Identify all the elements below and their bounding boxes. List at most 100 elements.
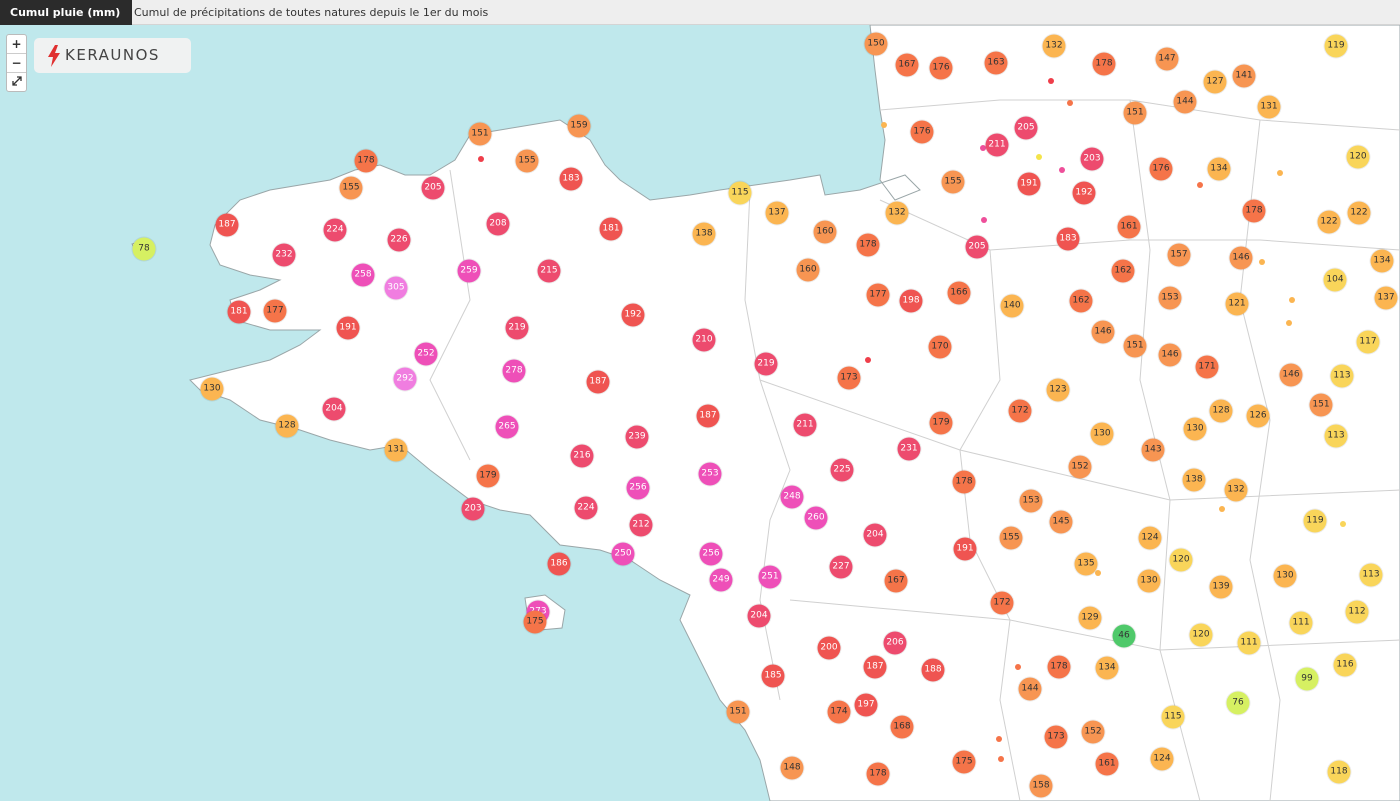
station-marker[interactable]: 129 bbox=[1078, 606, 1102, 630]
station-marker[interactable]: 123 bbox=[1046, 378, 1070, 402]
station-marker[interactable]: 205 bbox=[1014, 116, 1038, 140]
station-marker[interactable]: 231 bbox=[897, 437, 921, 461]
station-marker[interactable]: 166 bbox=[947, 281, 971, 305]
station-marker[interactable]: 148 bbox=[780, 756, 804, 780]
station-marker[interactable]: 171 bbox=[1195, 355, 1219, 379]
station-marker[interactable]: 256 bbox=[699, 542, 723, 566]
station-dot[interactable] bbox=[996, 736, 1002, 742]
station-marker[interactable]: 111 bbox=[1289, 611, 1313, 635]
station-marker[interactable]: 122 bbox=[1347, 201, 1371, 225]
station-marker[interactable]: 163 bbox=[984, 51, 1008, 75]
station-marker[interactable]: 178 bbox=[856, 233, 880, 257]
station-marker[interactable]: 178 bbox=[1242, 199, 1266, 223]
station-marker[interactable]: 162 bbox=[1069, 289, 1093, 313]
station-marker[interactable]: 132 bbox=[1042, 34, 1066, 58]
station-marker[interactable]: 178 bbox=[1047, 655, 1071, 679]
station-marker[interactable]: 144 bbox=[1173, 90, 1197, 114]
station-marker[interactable]: 128 bbox=[275, 414, 299, 438]
station-marker[interactable]: 167 bbox=[884, 569, 908, 593]
station-marker[interactable]: 181 bbox=[599, 217, 623, 241]
station-marker[interactable]: 113 bbox=[1359, 563, 1383, 587]
station-dot[interactable] bbox=[998, 756, 1004, 762]
station-marker[interactable]: 178 bbox=[866, 762, 890, 786]
station-marker[interactable]: 292 bbox=[393, 367, 417, 391]
station-marker[interactable]: 127 bbox=[1203, 70, 1227, 94]
station-marker[interactable]: 173 bbox=[837, 366, 861, 390]
station-marker[interactable]: 131 bbox=[384, 438, 408, 462]
station-marker[interactable]: 152 bbox=[1081, 720, 1105, 744]
station-marker[interactable]: 113 bbox=[1330, 364, 1354, 388]
station-marker[interactable]: 46 bbox=[1112, 624, 1136, 648]
station-marker[interactable]: 124 bbox=[1150, 747, 1174, 771]
station-marker[interactable]: 232 bbox=[272, 243, 296, 267]
station-marker[interactable]: 259 bbox=[457, 259, 481, 283]
station-marker[interactable]: 117 bbox=[1356, 330, 1380, 354]
station-marker[interactable]: 227 bbox=[829, 555, 853, 579]
station-marker[interactable]: 253 bbox=[698, 462, 722, 486]
station-marker[interactable]: 146 bbox=[1091, 320, 1115, 344]
station-marker[interactable]: 146 bbox=[1158, 343, 1182, 367]
station-marker[interactable]: 146 bbox=[1229, 246, 1253, 270]
station-marker[interactable]: 176 bbox=[929, 56, 953, 80]
station-marker[interactable]: 132 bbox=[1224, 478, 1248, 502]
station-marker[interactable]: 178 bbox=[952, 470, 976, 494]
zoom-out-button[interactable]: − bbox=[7, 54, 26, 73]
station-dot[interactable] bbox=[865, 357, 871, 363]
station-marker[interactable]: 208 bbox=[486, 212, 510, 236]
station-marker[interactable]: 200 bbox=[817, 636, 841, 660]
station-marker[interactable]: 239 bbox=[625, 425, 649, 449]
station-marker[interactable]: 256 bbox=[626, 476, 650, 500]
station-marker[interactable]: 179 bbox=[929, 411, 953, 435]
station-marker[interactable]: 121 bbox=[1225, 292, 1249, 316]
station-marker[interactable]: 152 bbox=[1068, 455, 1092, 479]
station-marker[interactable]: 160 bbox=[813, 220, 837, 244]
station-marker[interactable]: 137 bbox=[765, 201, 789, 225]
station-marker[interactable]: 191 bbox=[1017, 172, 1041, 196]
station-marker[interactable]: 204 bbox=[863, 523, 887, 547]
station-marker[interactable]: 135 bbox=[1074, 552, 1098, 576]
station-marker[interactable]: 204 bbox=[747, 604, 771, 628]
station-marker[interactable]: 155 bbox=[941, 170, 965, 194]
station-dot[interactable] bbox=[881, 122, 887, 128]
station-marker[interactable]: 215 bbox=[537, 259, 561, 283]
station-marker[interactable]: 192 bbox=[621, 303, 645, 327]
station-marker[interactable]: 187 bbox=[863, 655, 887, 679]
station-marker[interactable]: 130 bbox=[200, 377, 224, 401]
station-marker[interactable]: 186 bbox=[547, 552, 571, 576]
station-dot[interactable] bbox=[1036, 154, 1042, 160]
station-marker[interactable]: 188 bbox=[921, 658, 945, 682]
station-marker[interactable]: 76 bbox=[1226, 691, 1250, 715]
station-dot[interactable] bbox=[1197, 182, 1203, 188]
station-marker[interactable]: 172 bbox=[990, 591, 1014, 615]
station-marker[interactable]: 251 bbox=[758, 565, 782, 589]
station-marker[interactable]: 187 bbox=[696, 404, 720, 428]
station-marker[interactable]: 219 bbox=[505, 316, 529, 340]
station-marker[interactable]: 118 bbox=[1327, 760, 1351, 784]
station-marker[interactable]: 151 bbox=[726, 700, 750, 724]
keraunos-logo[interactable]: KERAUNOS bbox=[34, 38, 191, 73]
station-marker[interactable]: 176 bbox=[1149, 157, 1173, 181]
station-marker[interactable]: 151 bbox=[1309, 393, 1333, 417]
station-dot[interactable] bbox=[1067, 100, 1073, 106]
station-dot[interactable] bbox=[981, 217, 987, 223]
station-marker[interactable]: 158 bbox=[1029, 774, 1053, 798]
station-marker[interactable]: 204 bbox=[322, 397, 346, 421]
station-marker[interactable]: 224 bbox=[323, 218, 347, 242]
station-marker[interactable]: 248 bbox=[780, 485, 804, 509]
station-dot[interactable] bbox=[1277, 170, 1283, 176]
station-dot[interactable] bbox=[1095, 570, 1101, 576]
station-marker[interactable]: 138 bbox=[692, 222, 716, 246]
station-dot[interactable] bbox=[478, 156, 484, 162]
station-marker[interactable]: 178 bbox=[1092, 52, 1116, 76]
station-marker[interactable]: 124 bbox=[1138, 526, 1162, 550]
station-marker[interactable]: 168 bbox=[890, 715, 914, 739]
station-marker[interactable]: 155 bbox=[515, 149, 539, 173]
station-marker[interactable]: 122 bbox=[1317, 210, 1341, 234]
station-marker[interactable]: 206 bbox=[883, 631, 907, 655]
station-marker[interactable]: 134 bbox=[1095, 656, 1119, 680]
station-marker[interactable]: 128 bbox=[1209, 399, 1233, 423]
station-marker[interactable]: 161 bbox=[1095, 752, 1119, 776]
station-marker[interactable]: 155 bbox=[339, 176, 363, 200]
station-marker[interactable]: 130 bbox=[1273, 564, 1297, 588]
station-marker[interactable]: 150 bbox=[864, 32, 888, 56]
